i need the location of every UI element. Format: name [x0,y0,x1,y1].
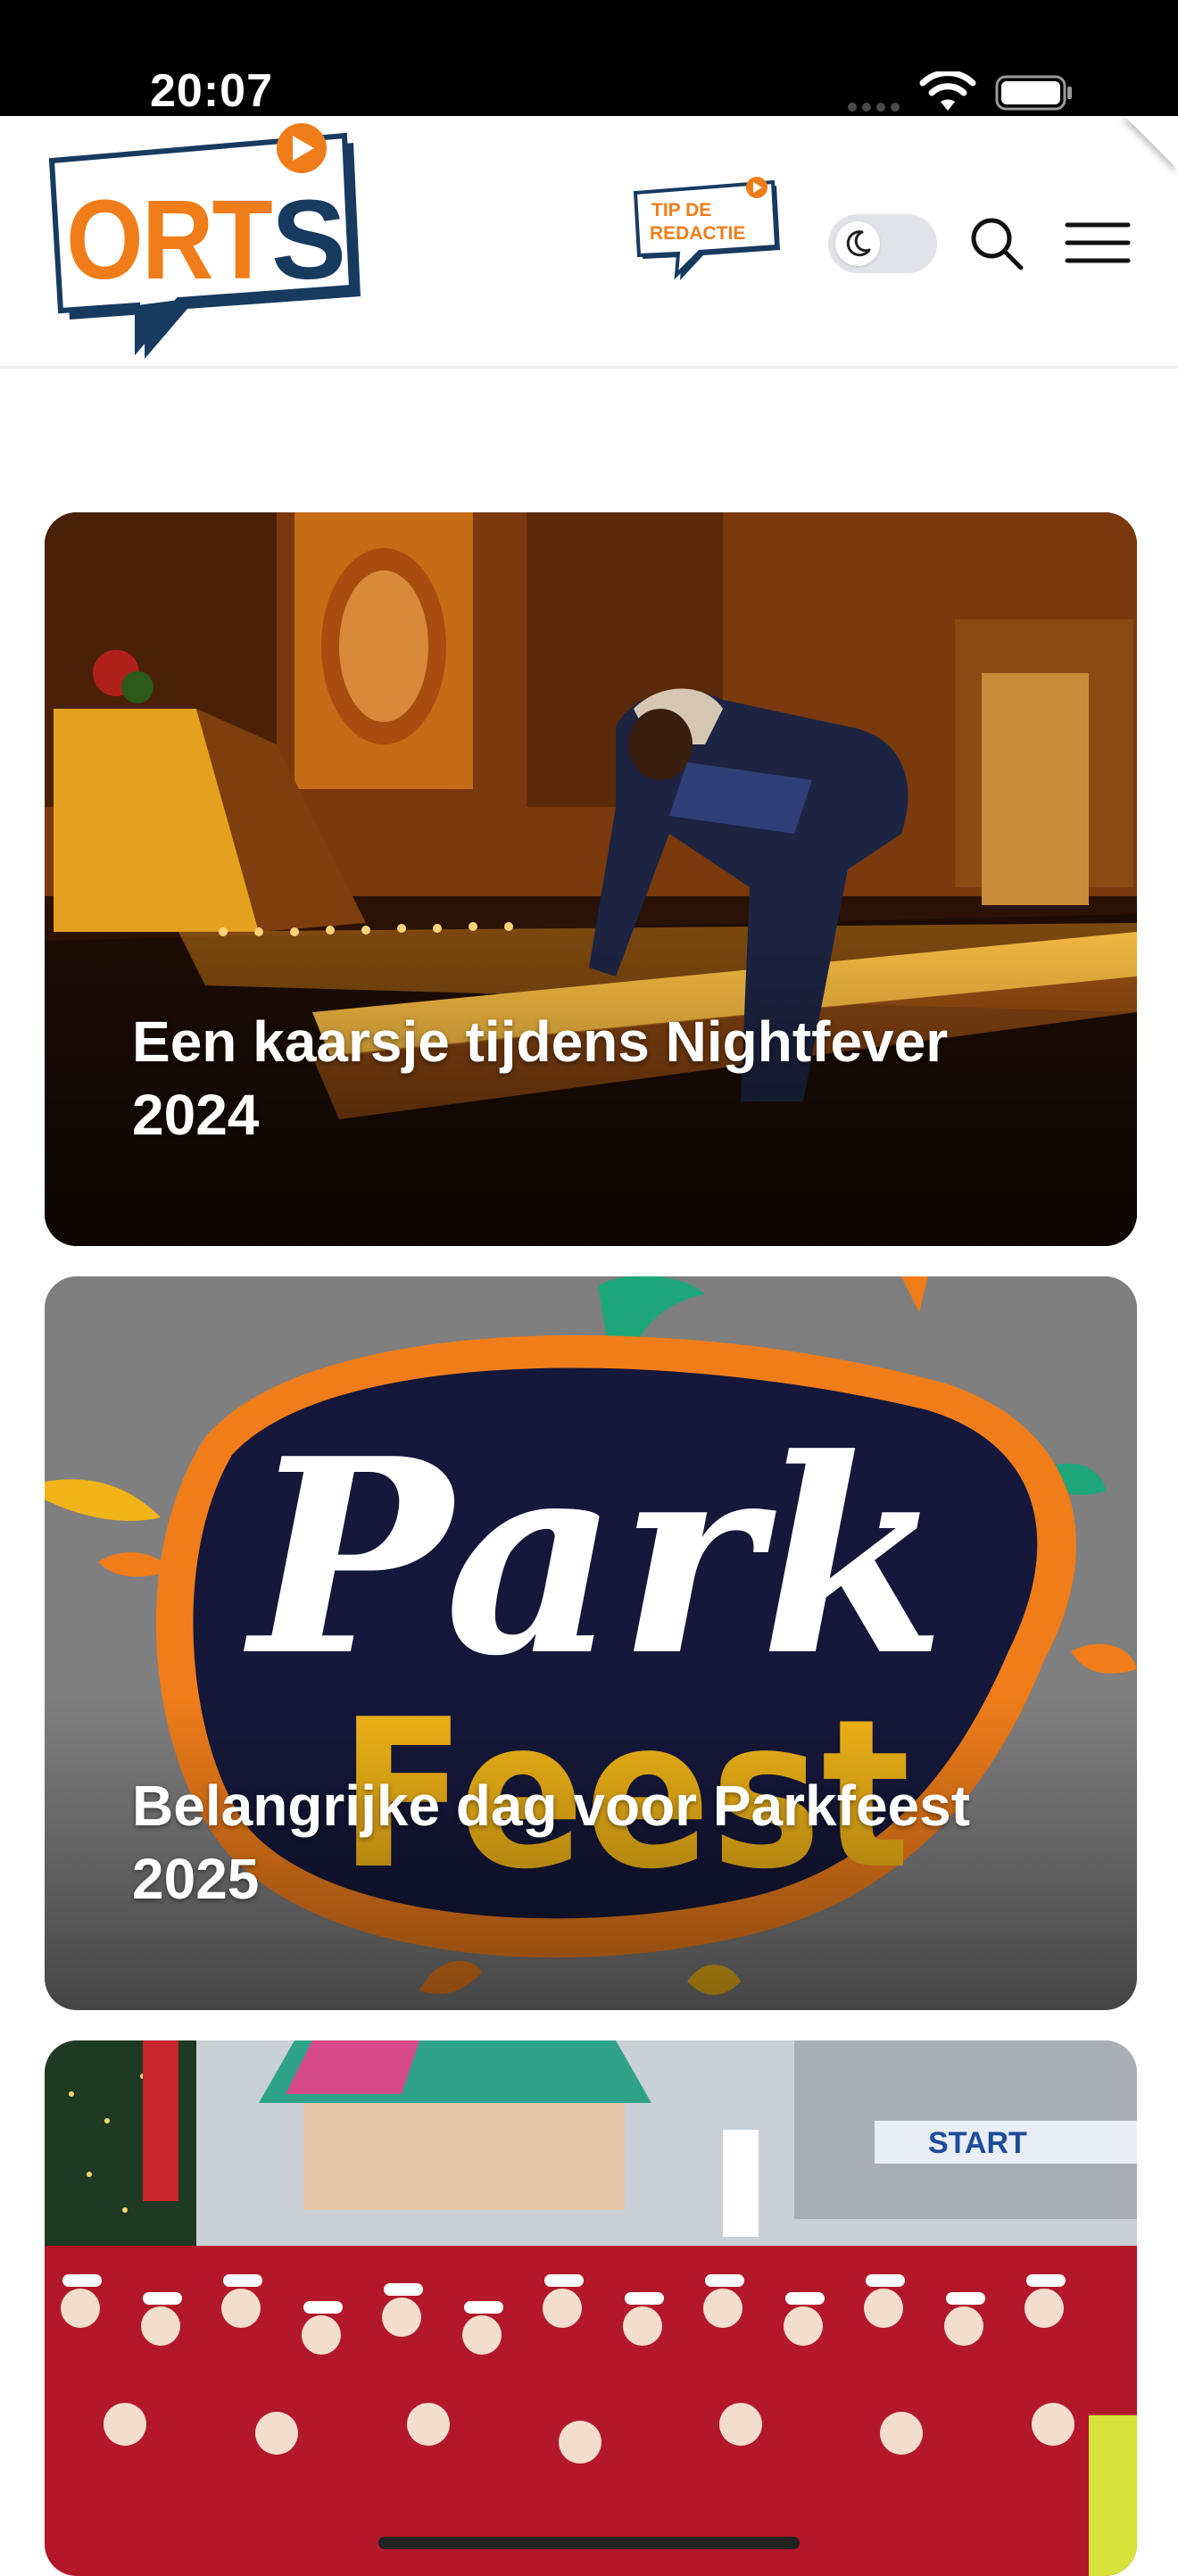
menu-icon[interactable] [1064,216,1132,270]
home-indicator [378,2537,800,2549]
article-card[interactable]: Een kaarsje tijdens Nightfever 2024 [45,512,1137,1246]
svg-text:START: START [928,2126,1027,2160]
svg-text:S: S [271,177,346,303]
wifi-icon [919,71,976,111]
status-bar: 20:07 [0,0,1178,117]
search-icon[interactable] [967,214,1025,271]
tip-badge-line-1: TIP DE [651,200,711,220]
app-header: ORT S TIP DE REDACTIE [0,116,1178,369]
article-title: Een kaarsje tijdens Nightfever 2024 [132,1010,949,1147]
article-title: Belangrijke dag voor Parkfeest 2025 [132,1774,971,1911]
moon-icon [846,230,871,257]
santa-run-photo: START [45,2040,1137,2576]
svg-text:ORT: ORT [66,177,272,303]
battery-icon [995,75,1072,111]
signal-dots-icon [848,100,905,112]
status-time: 20:07 [150,65,273,117]
tip-de-redactie-badge[interactable]: TIP DE REDACTIE [634,177,785,284]
article-card[interactable]: START [45,2040,1137,2576]
article-card[interactable]: Park Feest Belangrijke dag voor Parkfees… [45,1276,1137,2010]
page-curl-corner [1124,116,1178,170]
tip-badge-line-2: REDACTIE [650,223,745,244]
toggle-knob [835,221,880,266]
dark-mode-toggle[interactable] [828,214,937,273]
orts-logo[interactable]: ORT S [45,118,366,368]
svg-text:Park: Park [242,1400,946,1715]
